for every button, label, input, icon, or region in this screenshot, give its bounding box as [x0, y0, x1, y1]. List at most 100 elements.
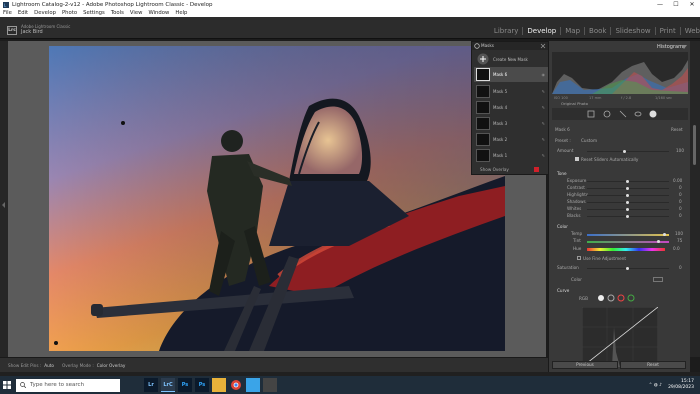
module-map[interactable]: Map — [561, 27, 586, 35]
photoshop-taskbar-icon[interactable]: Ps — [178, 378, 192, 392]
curve-channel-selector[interactable] — [595, 294, 635, 302]
lightroom-taskbar-icon[interactable]: Lr — [144, 378, 158, 392]
left-panel-toggle-icon[interactable] — [0, 41, 8, 357]
highlights-value[interactable]: 0 — [679, 192, 682, 197]
right-panel-scrollbar[interactable] — [690, 41, 700, 357]
mask-thumbnail — [476, 101, 490, 114]
mask-item[interactable]: Mask 6 ◉ — [474, 67, 548, 82]
collapse-icon[interactable] — [681, 44, 687, 50]
contrast-knob[interactable] — [626, 187, 629, 190]
amount-value[interactable]: 100 — [676, 148, 684, 153]
amount-slider-knob[interactable] — [623, 150, 626, 153]
tone-section-header[interactable]: Tone — [557, 171, 567, 176]
panel-close-icon[interactable] — [536, 43, 546, 49]
whites-knob[interactable] — [626, 208, 629, 211]
mask-item[interactable]: Mask 3 ✎ — [474, 116, 548, 131]
create-new-mask-button[interactable]: Create New Mask — [474, 52, 548, 67]
brush-icon: ✎ — [541, 121, 545, 126]
mask-item[interactable]: Mask 5 ✎ — [474, 84, 548, 99]
exposure-label: Exposure — [567, 178, 587, 183]
original-photo-label[interactable]: Original Photo — [561, 101, 588, 106]
overlay-color-swatch[interactable] — [534, 167, 539, 172]
mask-item[interactable]: Mask 2 ✎ — [474, 132, 548, 147]
menu-view[interactable]: View — [130, 10, 143, 16]
blacks-knob[interactable] — [626, 215, 629, 218]
histogram-graph[interactable] — [552, 52, 688, 94]
menu-file[interactable]: File — [3, 10, 12, 16]
app-taskbar-icon-2[interactable] — [263, 378, 277, 392]
menu-help[interactable]: Help — [175, 10, 187, 16]
mask-item[interactable]: Mask 1 ✎ — [474, 148, 548, 163]
panel-reset-button[interactable]: Reset — [620, 361, 686, 369]
menu-tools[interactable]: Tools — [111, 10, 124, 16]
mask-item[interactable]: Mask 4 ✎ — [474, 100, 548, 115]
heal-tool-icon[interactable] — [603, 110, 611, 118]
eye-icon[interactable]: ◉ — [542, 72, 546, 77]
temp-slider[interactable] — [587, 234, 669, 236]
highlights-knob[interactable] — [626, 194, 629, 197]
menu-develop[interactable]: Develop — [34, 10, 56, 16]
menu-bar: File Edit Develop Photo Settings Tools V… — [0, 9, 700, 17]
temp-knob[interactable] — [663, 233, 666, 236]
tray-icons[interactable]: ⌃ ◍ ♪ — [649, 383, 662, 388]
crop-tool-icon[interactable] — [587, 110, 595, 118]
saturation-knob[interactable] — [626, 267, 629, 270]
left-panel-collapsed[interactable] — [0, 41, 8, 357]
whites-value[interactable]: 0 — [679, 206, 682, 211]
saturation-label: Saturation — [557, 265, 579, 270]
shadows-knob[interactable] — [626, 201, 629, 204]
color-section-header[interactable]: Color — [557, 224, 568, 229]
hue-value[interactable]: 0.0 — [673, 246, 680, 251]
app-taskbar-icon[interactable] — [246, 378, 260, 392]
lightroom-classic-taskbar-icon[interactable]: LrC — [161, 378, 175, 392]
maximize-button[interactable]: ☐ — [668, 0, 684, 9]
mask-reset-button[interactable]: Reset — [671, 127, 683, 132]
color-swatch[interactable] — [653, 277, 663, 282]
color-swatch-label: Color — [571, 277, 582, 282]
chrome-icon[interactable] — [229, 378, 243, 392]
saturation-value[interactable]: 0 — [679, 265, 682, 270]
fine-adjust-checkbox[interactable] — [577, 256, 581, 260]
previous-button[interactable]: Previous — [552, 361, 618, 369]
tint-value[interactable]: 75 — [677, 238, 682, 243]
menu-settings[interactable]: Settings — [83, 10, 105, 16]
tone-curve-graph[interactable] — [582, 307, 658, 367]
minimize-button[interactable]: — — [652, 0, 668, 9]
photo-preview[interactable] — [49, 46, 505, 351]
module-print[interactable]: Print — [656, 27, 681, 35]
module-web[interactable]: Web — [681, 27, 700, 35]
show-overlay-toggle[interactable]: Show Overlay — [475, 166, 547, 174]
reset-sliders-checkbox[interactable] — [575, 157, 579, 161]
close-button[interactable]: ✕ — [684, 0, 700, 9]
menu-edit[interactable]: Edit — [18, 10, 28, 16]
exposure-knob[interactable] — [626, 180, 629, 183]
module-book[interactable]: Book — [585, 27, 612, 35]
shadows-value[interactable]: 0 — [679, 199, 682, 204]
contrast-value[interactable]: 0 — [679, 185, 682, 190]
photoshop-beta-taskbar-icon[interactable]: Ps — [195, 378, 209, 392]
curve-section-header[interactable]: Curve — [557, 288, 569, 293]
preset-dropdown[interactable]: Custom — [581, 138, 597, 143]
module-slideshow[interactable]: Slideshow — [611, 27, 656, 35]
eye-tool-icon[interactable] — [634, 111, 642, 117]
file-explorer-icon[interactable] — [212, 378, 226, 392]
overlay-mode-dropdown[interactable]: Color Overlay — [97, 363, 126, 368]
module-develop[interactable]: Develop — [523, 27, 562, 35]
amount-slider[interactable] — [587, 151, 669, 152]
menu-window[interactable]: Window — [148, 10, 169, 16]
panel-scrollbar-thumb[interactable] — [693, 125, 696, 165]
hue-slider[interactable] — [587, 248, 665, 251]
blacks-label: Blacks — [567, 213, 581, 218]
menu-photo[interactable]: Photo — [62, 10, 77, 16]
masking-tool-icon[interactable] — [649, 110, 657, 118]
tint-knob[interactable] — [657, 240, 660, 243]
exposure-value[interactable]: 0.00 — [673, 178, 682, 183]
module-library[interactable]: Library — [490, 27, 524, 35]
taskbar-search-box[interactable]: Type here to search — [16, 378, 120, 392]
show-edit-pins-dropdown[interactable]: Auto — [44, 363, 54, 368]
start-button[interactable] — [0, 376, 14, 394]
redeye-tool-icon[interactable] — [619, 110, 627, 118]
clock[interactable]: 15:17 29/08/2023 — [668, 379, 694, 391]
blacks-value[interactable]: 0 — [679, 213, 682, 218]
temp-value[interactable]: 100 — [675, 231, 683, 236]
